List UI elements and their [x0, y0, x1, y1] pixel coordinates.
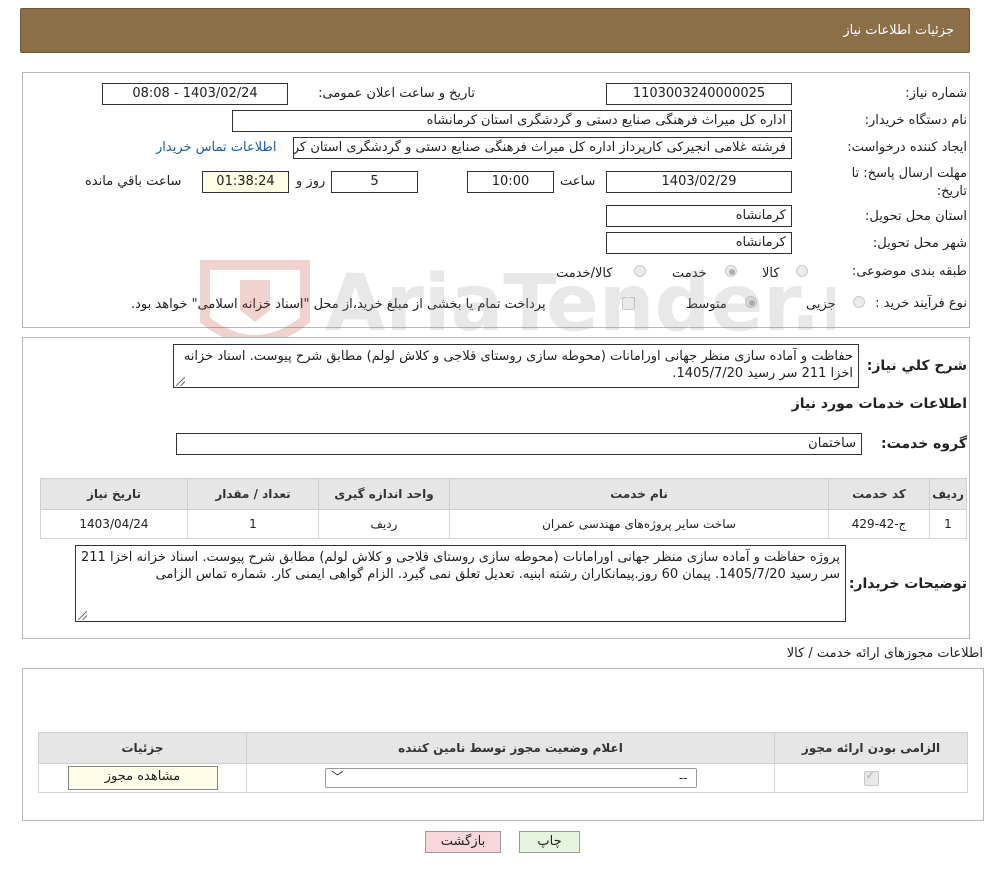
buyer-notes-textarea[interactable]: پروژه حفاظت و آماده سازی منظر جهانی اورا… [75, 545, 846, 622]
print-button[interactable]: چاپ [519, 831, 580, 853]
col-row-number: ردیف [929, 478, 967, 510]
permit-required-checkbox[interactable] [863, 769, 879, 786]
deadline-label-line1: مهلت ارسال پاسخ: تا [851, 166, 967, 181]
purchase-radio-minor[interactable] [853, 296, 865, 308]
col-permit-required: الزامی بودن ارائه مجوز [774, 732, 968, 764]
services-section-title: اطلاعات خدمات مورد نیاز [791, 396, 967, 412]
resize-grip-icon[interactable] [78, 611, 87, 620]
col-unit: واحد اندازه گیری [318, 478, 450, 510]
col-need-date: تاریخ نیاز [40, 478, 188, 510]
permit-status-select[interactable]: -- ﹀ [324, 768, 697, 788]
service-group-label: گروه خدمت: [881, 436, 967, 452]
resize-grip-icon[interactable] [176, 377, 185, 386]
cell-permit-status: -- ﹀ [246, 763, 775, 793]
permit-status-value: -- [678, 771, 688, 785]
summary-textarea[interactable]: حفاظت و آماده سازی منظر جهانی اورامانات … [173, 344, 859, 388]
summary-text: حفاظت و آماده سازی منظر جهانی اورامانات … [183, 349, 853, 381]
category-option-service: خدمت [672, 266, 707, 281]
delivery-city-field[interactable]: کرمانشاه [606, 232, 792, 254]
view-permit-button[interactable]: مشاهده مجوز [67, 766, 218, 790]
col-service-name: نام خدمت [449, 478, 829, 510]
col-permit-status: اعلام وضعیت مجوز توسط نامین کننده [246, 732, 775, 764]
col-service-code: کد خدمت [828, 478, 930, 510]
cell-quantity: 1 [187, 509, 319, 539]
buyer-contact-link[interactable]: اطلاعات تماس خریدار [156, 140, 276, 155]
summary-label: شرح کلي نياز: [866, 358, 967, 374]
announce-datetime-field[interactable]: 1403/02/24 - 08:08 [102, 83, 288, 105]
cell-row-number: 1 [929, 509, 967, 539]
requester-field[interactable]: فرشته غلامی انجیرکی کارپرداز اداره کل می… [293, 137, 792, 159]
col-permit-details: جزئیات [38, 732, 247, 764]
purchase-option-medium: متوسط [686, 297, 727, 312]
category-option-goods-service: کالا/خدمت [556, 266, 613, 281]
buyer-org-field[interactable]: اداره کل میراث فرهنگی صنایع دستی و گردشگ… [232, 110, 792, 132]
deadline-days-field[interactable]: 5 [331, 171, 418, 193]
requester-label: ایجاد کننده درخواست: [847, 140, 967, 155]
cell-service-code: ج-42-429 [828, 509, 930, 539]
table-row[interactable]: -- ﹀ مشاهده مجوز [38, 763, 968, 793]
purchase-option-minor: جزیی [806, 297, 836, 312]
remaining-time-field: 01:38:24 [202, 171, 289, 193]
treasury-checkbox-label: پرداخت تمام یا بخشی از مبلغ خرید،از محل … [131, 297, 546, 312]
category-radio-service[interactable] [725, 265, 737, 277]
services-table-header-row: ردیف کد خدمت نام خدمت واحد اندازه گیری ت… [40, 478, 967, 510]
buyer-org-label: نام دستگاه خریدار: [864, 113, 967, 128]
cell-service-name: ساخت سایر پروژه‌های مهندسی عمران [449, 509, 829, 539]
services-table: ردیف کد خدمت نام خدمت واحد اندازه گیری ت… [40, 478, 967, 539]
cell-unit: ردیف [318, 509, 450, 539]
category-option-goods: کالا [762, 266, 780, 281]
delivery-city-label: شهر محل تحویل: [872, 236, 967, 251]
need-number-field[interactable]: 1103003240000025 [606, 83, 792, 105]
buyer-notes-label: توضیحات خریدار: [848, 576, 967, 592]
category-radio-goods-service[interactable] [634, 265, 646, 277]
deadline-time-label: ساعت [560, 174, 596, 189]
service-group-field[interactable]: ساختمان [176, 433, 862, 455]
remaining-time-label: ساعت باقي مانده [85, 174, 182, 189]
category-radio-goods[interactable] [796, 265, 808, 277]
page-title: جزئیات اطلاعات نیاز [843, 23, 954, 38]
col-quantity: تعداد / مقدار [187, 478, 319, 510]
page-header: جزئیات اطلاعات نیاز [20, 8, 970, 53]
delivery-province-field[interactable]: کرمانشاه [606, 205, 792, 227]
chevron-down-icon: ﹀ [331, 770, 344, 784]
permits-section-title: اطلاعات مجوزهای ارائه خدمت / کالا [786, 646, 983, 661]
cell-permit-required [774, 763, 968, 793]
back-button[interactable]: بازگشت [425, 831, 501, 853]
buyer-notes-text: پروژه حفاظت و آماده سازی منظر جهانی اورا… [81, 550, 840, 582]
table-row[interactable]: 1 ج-42-429 ساخت سایر پروژه‌های مهندسی عم… [40, 509, 967, 539]
deadline-label-line2: تاریخ: [936, 184, 967, 199]
purchase-type-label: نوع فرآیند خرید : [875, 296, 967, 311]
deadline-date-field[interactable]: 1403/02/29 [606, 171, 792, 193]
purchase-radio-medium[interactable] [745, 296, 757, 308]
deadline-days-label: روز و [296, 174, 326, 189]
delivery-province-label: استان محل تحویل: [865, 209, 967, 224]
permits-table: الزامی بودن ارائه مجوز اعلام وضعیت مجوز … [38, 732, 968, 793]
category-label: طبقه بندی موضوعی: [851, 264, 967, 279]
treasury-checkbox[interactable] [622, 297, 635, 310]
cell-need-date: 1403/04/24 [40, 509, 188, 539]
permits-table-header-row: الزامی بودن ارائه مجوز اعلام وضعیت مجوز … [38, 732, 968, 764]
deadline-time-field[interactable]: 10:00 [467, 171, 554, 193]
cell-permit-details: مشاهده مجوز [38, 763, 247, 793]
announce-datetime-label: تاریخ و ساعت اعلان عمومی: [318, 86, 475, 101]
need-number-label: شماره نیاز: [905, 86, 967, 101]
